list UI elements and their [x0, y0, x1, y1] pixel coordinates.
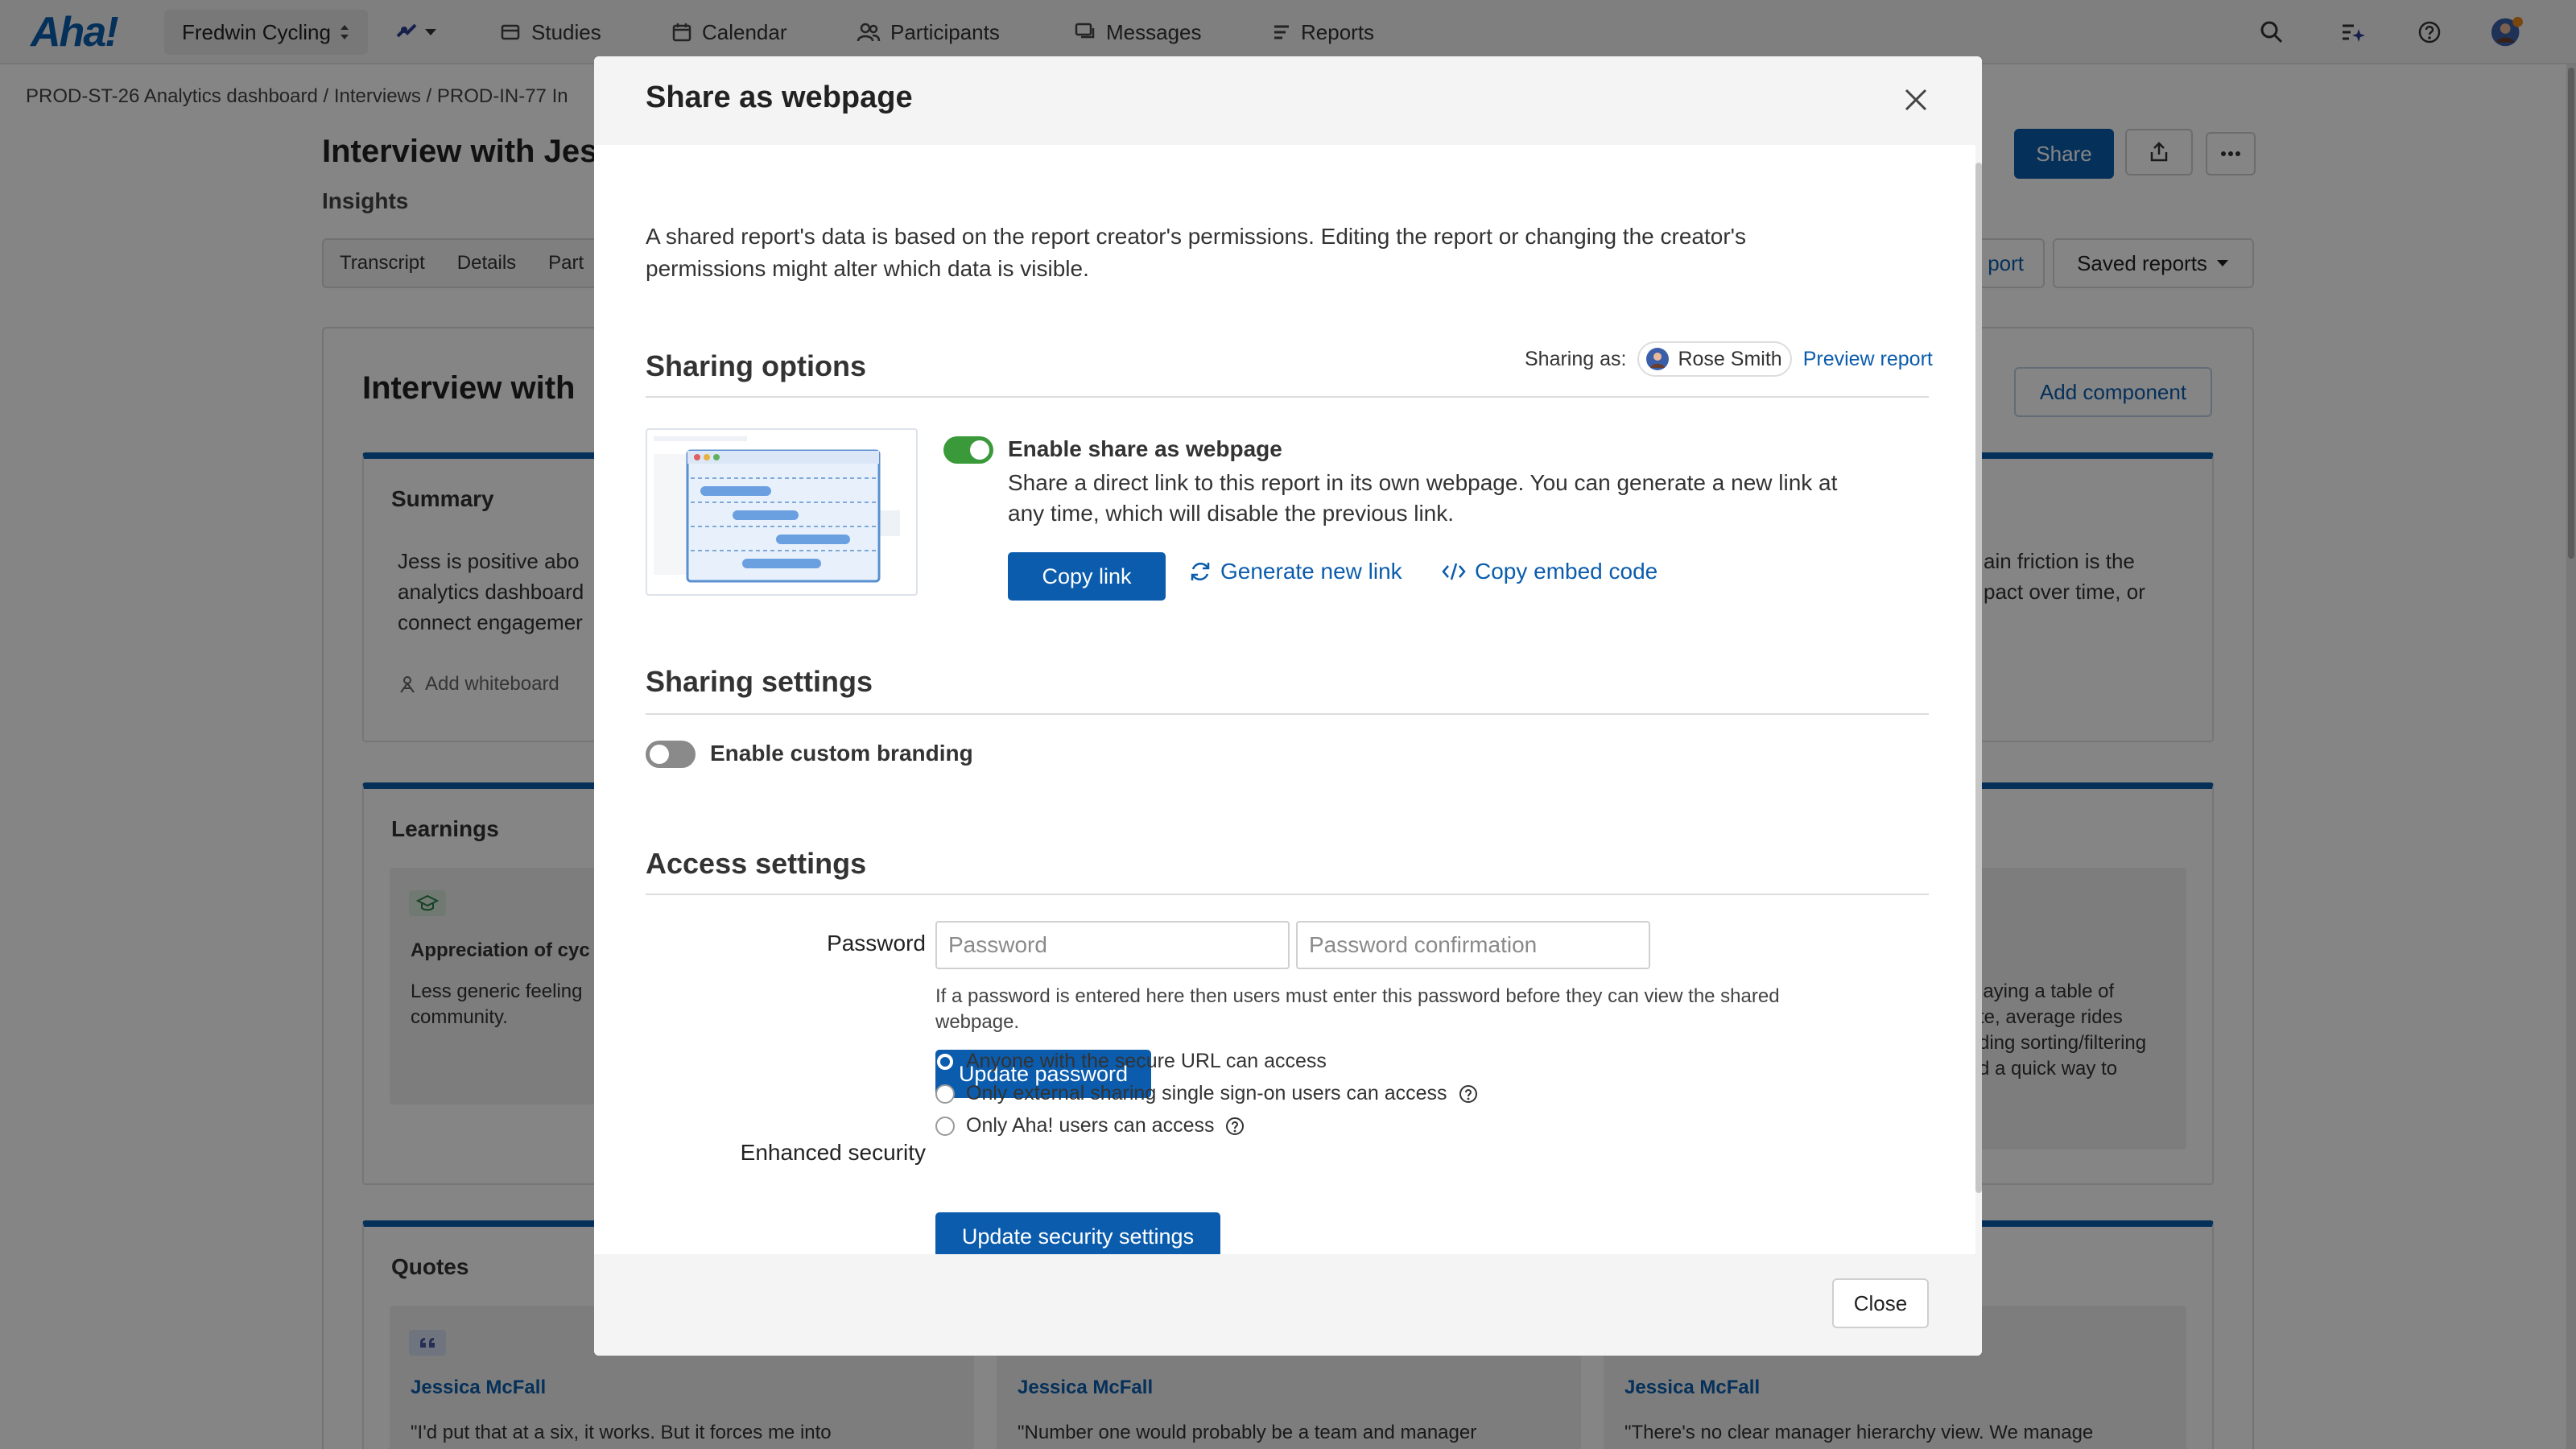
password-label: Password: [827, 931, 926, 956]
close-button[interactable]: Close: [1832, 1278, 1929, 1328]
sharing-as-label: Sharing as:: [1525, 347, 1627, 370]
password-confirmation-input[interactable]: [1296, 921, 1650, 969]
enable-share-label: Enable share as webpage: [1008, 436, 1282, 461]
update-security-settings-button[interactable]: Update security settings: [935, 1212, 1220, 1261]
share-description-line: Share a direct link to this report in it…: [1008, 470, 1838, 495]
access-settings-title: Access settings: [646, 847, 867, 880]
modal-title: Share as webpage: [646, 80, 913, 114]
intro-text-line: permissions might alter which data is vi…: [646, 256, 1089, 281]
modal-body: A shared report's data is based on the r…: [594, 145, 1982, 1311]
radio-button[interactable]: [935, 1084, 955, 1104]
close-modal-button[interactable]: [1897, 80, 1935, 119]
code-icon: [1442, 563, 1466, 580]
modal-header: Share as webpage: [594, 56, 1982, 145]
security-option-label: Only external sharing single sign-on use…: [966, 1082, 1447, 1104]
security-option-aha-users[interactable]: Only Aha! users can access: [935, 1114, 1245, 1137]
sharing-as-user-chip: Rose Smith: [1637, 341, 1792, 377]
copy-link-button[interactable]: Copy link: [1008, 552, 1166, 601]
section-divider: [646, 396, 1929, 398]
copy-embed-code-button[interactable]: Copy embed code: [1441, 559, 1657, 584]
generate-new-link-button[interactable]: Generate new link: [1188, 559, 1402, 584]
custom-branding-label: Enable custom branding: [710, 741, 973, 766]
sharing-options-title: Sharing options: [646, 349, 866, 382]
toggle-knob: [970, 440, 989, 460]
generate-new-link-label: Generate new link: [1220, 559, 1402, 584]
webpage-preview-image: [654, 436, 900, 583]
help-icon[interactable]: [1225, 1117, 1245, 1136]
security-option-sso[interactable]: Only external sharing single sign-on use…: [935, 1082, 1478, 1105]
radio-button[interactable]: [935, 1116, 955, 1136]
intro-text-line: A shared report's data is based on the r…: [646, 224, 1746, 249]
share-webpage-modal: Share as webpage A shared report's data …: [594, 56, 1982, 1356]
security-option-label: Anyone with the secure URL can access: [966, 1050, 1327, 1072]
share-description-line: any time, which will disable the previou…: [1008, 501, 1455, 526]
enhanced-security-label: Enhanced security: [740, 1140, 926, 1165]
security-option-label: Only Aha! users can access: [966, 1114, 1215, 1137]
sharing-as-user-name: Rose Smith: [1678, 347, 1782, 370]
help-icon[interactable]: [1459, 1084, 1478, 1104]
section-divider: [646, 713, 1929, 715]
modal-footer: Close: [594, 1254, 1982, 1356]
refresh-icon: [1191, 562, 1210, 581]
password-help-line: If a password is entered here then users…: [935, 985, 1780, 1007]
preview-report-link[interactable]: Preview report: [1803, 348, 1933, 371]
copy-embed-code-label: Copy embed code: [1475, 559, 1658, 584]
password-help-line: webpage.: [935, 1011, 1020, 1033]
sharing-as: Sharing as: Rose Smith Preview report: [1525, 341, 1933, 377]
close-icon: [1905, 89, 1927, 111]
enable-share-toggle[interactable]: [943, 436, 993, 464]
modal-scrollbar-thumb[interactable]: [1975, 163, 1982, 1193]
custom-branding-toggle[interactable]: [646, 741, 696, 768]
section-divider: [646, 894, 1929, 895]
sharing-settings-title: Sharing settings: [646, 665, 873, 698]
webpage-illustration: [646, 428, 918, 596]
password-input[interactable]: [935, 921, 1290, 969]
security-option-anyone[interactable]: Anyone with the secure URL can access: [935, 1050, 1327, 1073]
toggle-knob: [650, 745, 669, 764]
user-avatar-icon: [1646, 348, 1670, 370]
radio-button[interactable]: [935, 1051, 955, 1071]
